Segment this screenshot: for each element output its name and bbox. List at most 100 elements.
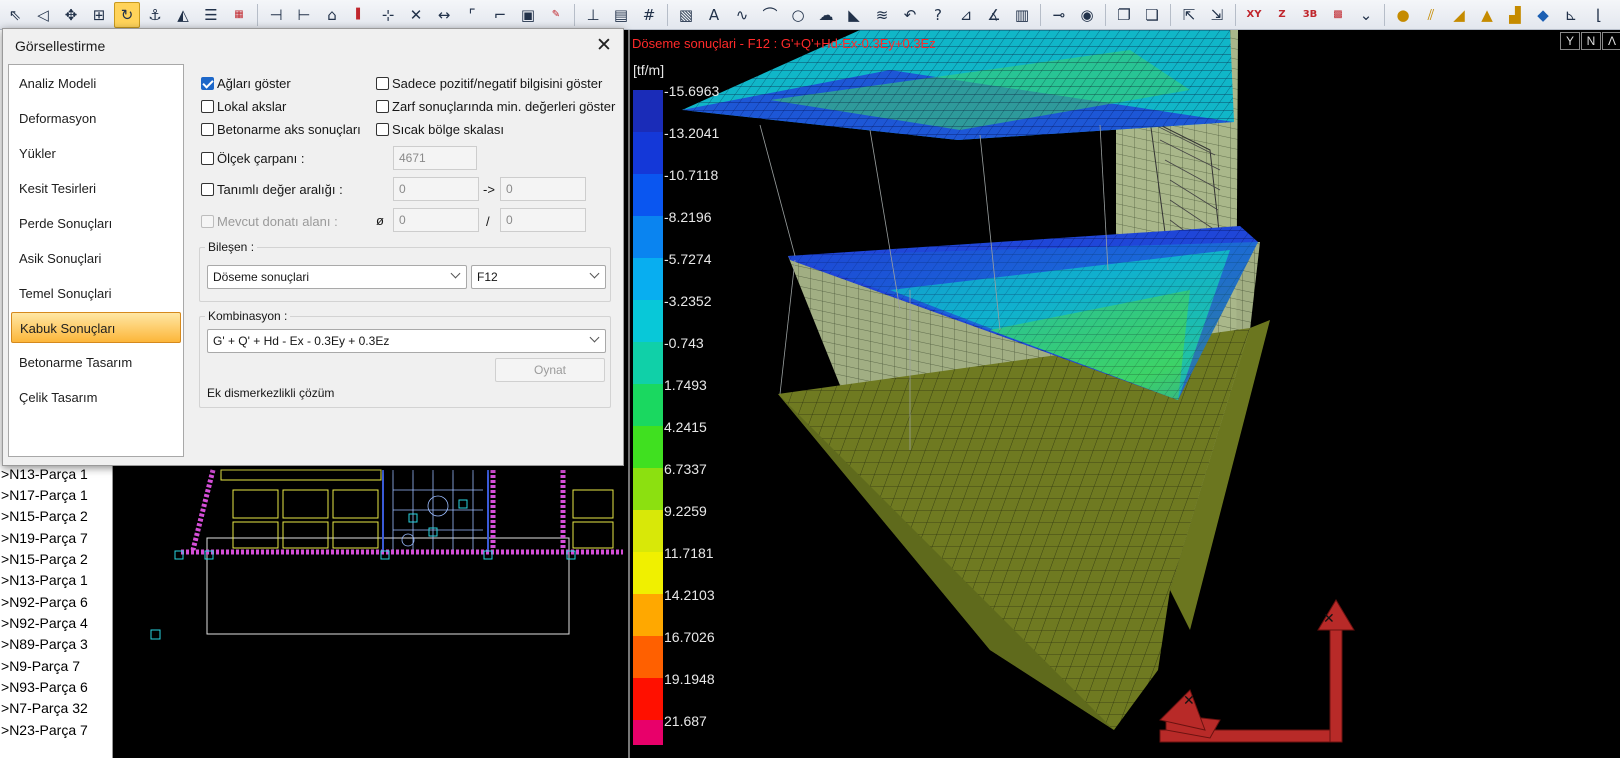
lasso-icon[interactable]: ◁ [30, 2, 56, 28]
list-item[interactable]: >N92-Parça 4 [0, 613, 111, 634]
only-sign-checkbox[interactable]: Sadece pozitif/negatif bilgisini göster [376, 76, 602, 91]
nav-item-foundation-results[interactable]: Temel Sonuçlari [11, 278, 181, 309]
arc-icon[interactable]: ⌒ [757, 2, 783, 28]
text-icon[interactable]: A [701, 2, 727, 28]
break-icon[interactable]: ⊹ [375, 2, 401, 28]
region-icon[interactable]: ▣ [515, 2, 541, 28]
chart-axis-icon[interactable]: ⊾ [1558, 2, 1584, 28]
list-item[interactable]: >N19-Parça 7 [0, 528, 111, 549]
column-icon[interactable]: ▌ [347, 2, 373, 28]
rebar-diameter-input[interactable]: 0 [393, 208, 479, 232]
scale-factor-checkbox[interactable]: Ölçek çarpanı : [201, 151, 304, 166]
checkbox-box[interactable] [201, 152, 214, 165]
move-icon[interactable]: ✥ [58, 2, 84, 28]
3d-result-view[interactable]: ✕ ✕ Döseme sonuçlari - F12 : G'+Q'+Hd-Ex… [628, 30, 1620, 758]
layer-icon[interactable]: ▤ [608, 2, 634, 28]
list-item[interactable]: >N17-Parça 1 [0, 485, 111, 506]
slope-icon[interactable]: ◢ [1446, 2, 1472, 28]
anchor-icon[interactable]: ⚓ [142, 2, 168, 28]
checkbox-box[interactable] [376, 123, 389, 136]
trim-icon[interactable]: ⊢ [291, 2, 317, 28]
intersect-icon[interactable]: ✕ [403, 2, 429, 28]
nav-item-rc-design[interactable]: Betonarme Tasarım [11, 347, 181, 378]
nav-item-section-forces[interactable]: Kesit Tesirleri [11, 173, 181, 204]
export-icon[interactable]: ⇱ [1176, 2, 1202, 28]
defined-range-checkbox[interactable]: Tanımlı değer aralığı : [201, 182, 343, 197]
list-item[interactable]: >N7-Parça 32 [0, 698, 111, 719]
scale-factor-input[interactable]: 4671 [393, 146, 477, 170]
hand-icon[interactable]: ● [1390, 2, 1416, 28]
heat-scale-checkbox[interactable]: Sıcak bölge skalası [376, 122, 504, 137]
align-icon[interactable]: ☰ [198, 2, 224, 28]
table-grid-icon[interactable]: # [636, 2, 662, 28]
window-copy-icon[interactable]: ❐ [1111, 2, 1137, 28]
list-item[interactable]: >N92-Parça 6 [0, 592, 111, 613]
list-item[interactable]: >N13-Parça 1 [0, 464, 111, 485]
dropdown-icon[interactable]: ⌄ [1353, 2, 1379, 28]
stretch-icon[interactable]: ↔ [431, 2, 457, 28]
draft-icon[interactable]: ⫽ [1418, 2, 1444, 28]
nav-item-purlin-results[interactable]: Asik Sonuçlari [11, 243, 181, 274]
select-icon[interactable]: ⇖ [2, 2, 28, 28]
chamfer-icon[interactable]: ⌐ [487, 2, 513, 28]
spline-icon[interactable]: ∿ [729, 2, 755, 28]
show-mesh-checkbox[interactable]: Ağları göster [201, 76, 291, 91]
component-type-select[interactable]: Döseme sonuçlari [207, 265, 467, 289]
list-item[interactable]: >N15-Parça 2 [0, 506, 111, 527]
envelope-min-checkbox[interactable]: Zarf sonuçlarında min. değerleri göster [376, 99, 615, 114]
rc-axis-results-checkbox[interactable]: Betonarme aks sonuçları [201, 122, 361, 137]
graph-icon[interactable]: ◆ [1530, 2, 1556, 28]
render-icon[interactable]: ▩ [1325, 2, 1351, 28]
rebar-spacing-input[interactable]: 0 [500, 208, 586, 232]
nav-item-deformation[interactable]: Deformasyon [11, 103, 181, 134]
extend-icon[interactable]: ⊣ [263, 2, 289, 28]
component-sub-select[interactable]: F12 [471, 265, 606, 289]
undo-arrow-icon[interactable]: ↶ [897, 2, 923, 28]
dimension-icon[interactable]: ⊥ [580, 2, 606, 28]
circle-icon[interactable]: ○ [785, 2, 811, 28]
list-item[interactable]: >N23-Parça 7 [0, 720, 111, 741]
range-from-input[interactable]: 0 [393, 177, 479, 201]
zigzag-icon[interactable]: ≋ [869, 2, 895, 28]
list-item[interactable]: >N89-Parça 3 [0, 634, 111, 655]
scale-icon[interactable]: ⇲ [1204, 2, 1230, 28]
nav-item-steel-design[interactable]: Çelik Tasarım [11, 382, 181, 413]
close-icon[interactable]: ✕ [593, 34, 615, 56]
list-item[interactable]: >N15-Parça 2 [0, 549, 111, 570]
query-icon[interactable]: ? [925, 2, 951, 28]
window-paste-icon[interactable]: ❏ [1139, 2, 1165, 28]
range-to-input[interactable]: 0 [500, 177, 586, 201]
combination-select[interactable]: G' + Q' + Hd - Ex - 0.3Ey + 0.3Ez [207, 329, 606, 353]
checkbox-box[interactable] [376, 100, 389, 113]
move-copy-icon[interactable]: ⊞ [86, 2, 112, 28]
checkbox-box[interactable] [201, 77, 214, 90]
z-axis-icon[interactable]: Z [1269, 2, 1295, 28]
measure-icon[interactable]: ∡ [981, 2, 1007, 28]
nav-item-shell-results[interactable]: Kabuk Sonuçları [11, 312, 181, 343]
report-icon[interactable]: ▥ [1009, 2, 1035, 28]
hatch-icon[interactable]: ◣ [841, 2, 867, 28]
xy-axis-icon[interactable]: XY [1241, 2, 1267, 28]
triangle-icon[interactable]: ▲ [1474, 2, 1500, 28]
checkbox-box[interactable] [201, 100, 214, 113]
tag-icon[interactable]: ▟ [1502, 2, 1528, 28]
cloud-icon[interactable]: ☁ [813, 2, 839, 28]
nav-item-analysis-model[interactable]: Analiz Modeli [11, 68, 181, 99]
chart-icon[interactable]: ⊿ [953, 2, 979, 28]
filter-icon[interactable]: Y [1560, 32, 1580, 50]
axes-icon[interactable]: ⊾ [1614, 2, 1620, 28]
perspective-icon[interactable]: Λ [1602, 32, 1620, 50]
north-icon[interactable]: N [1581, 32, 1601, 50]
nav-item-loads[interactable]: Yükler [11, 138, 181, 169]
3d-axis-icon[interactable]: 3B [1297, 2, 1323, 28]
checkbox-box[interactable] [201, 183, 214, 196]
rotate-icon[interactable]: ↻ [114, 1, 140, 28]
fillet-icon[interactable]: ⌜ [459, 2, 485, 28]
list-item[interactable]: >N93-Parça 6 [0, 677, 111, 698]
checkbox-box[interactable] [201, 123, 214, 136]
list-item[interactable]: >N9-Parça 7 [0, 656, 111, 677]
image-icon[interactable]: ▧ [673, 2, 699, 28]
list-item[interactable]: >N13-Parça 1 [0, 570, 111, 591]
brush-icon[interactable]: ✎ [543, 2, 569, 28]
nav-item-wall-results[interactable]: Perde Sonuçları [11, 208, 181, 239]
